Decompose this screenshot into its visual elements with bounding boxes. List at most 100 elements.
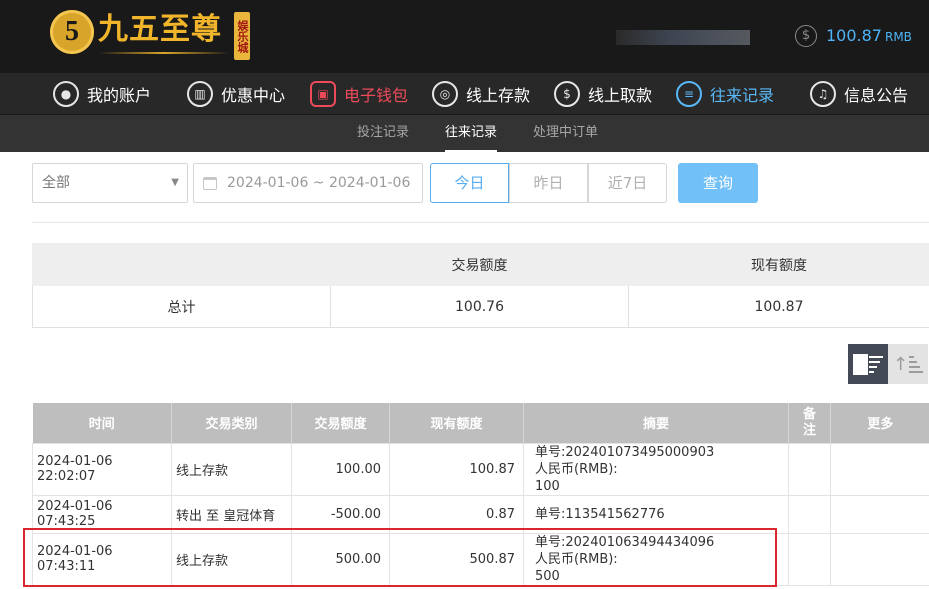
balance-currency: RMB [884,30,912,44]
sort-lines [869,355,884,373]
top-header: 5 九五至尊 娱乐城 $ 100.87 RMB [0,0,929,73]
row-time: 2024-01-06 07:43:11 [32,532,172,586]
row-balance: 100.87 [389,442,524,496]
type-select-value: 全部 [42,175,70,191]
type-select[interactable]: 全部 ▼ [32,163,188,203]
nav-label: 线上取款 [588,86,653,105]
memo-order-no: 单号:202401073495000903 [535,444,715,460]
col-header-memo: 摘要 [523,403,789,443]
row-more[interactable] [830,442,929,496]
summary-header-empty [32,243,331,286]
withdraw-icon: $ [554,81,580,107]
col-header-remark: 备注 [788,403,831,443]
date-range-value: 2024-01-06 ~ 2024-01-06 [227,175,411,191]
gift-icon: ▥ [187,81,213,107]
nav-e-wallet[interactable]: ▣ 电子钱包 [310,79,408,109]
col-header-amount[interactable]: 交易额度 [291,403,390,443]
nav-label: 优惠中心 [221,86,286,105]
today-button[interactable]: 今日 [430,163,509,203]
nav-announcements[interactable]: ♫ 信息公告 [810,79,908,109]
tab-bet-records[interactable]: 投注记录 [357,115,409,152]
sub-nav: 投注记录 往来记录 处理中订单 [0,115,929,152]
row-balance: 500.87 [389,532,524,586]
row-memo: 单号:113541562776 [523,494,789,534]
row-remark [788,532,831,586]
sort-lines [909,355,924,373]
nav-label: 信息公告 [844,86,909,105]
table-row: 2024-01-06 07:43:25 转出 至 皇冠体育 -500.00 0.… [32,494,929,534]
yesterday-button[interactable]: 昨日 [509,163,588,203]
query-button[interactable]: 查询 [678,163,758,203]
row-amount: 100.00 [291,442,390,496]
tab-transaction-records[interactable]: 往来记录 [445,115,498,152]
logo-underline [98,52,230,54]
balance-value: 100.87 [826,26,882,45]
bell-icon: ♫ [810,81,836,107]
username-redacted [616,30,750,45]
row-time: 2024-01-06 07:43:25 [32,494,172,534]
memo-value: 100 [535,478,560,494]
nav-online-withdraw[interactable]: $ 线上取款 [554,79,652,109]
summary-header-transaction: 交易额度 [330,243,629,286]
nav-label: 我的账户 [87,86,152,105]
row-balance: 0.87 [389,494,524,534]
row-memo: 单号:202401073495000903 人民币(RMB): 100 [523,442,789,496]
sort-desc-button[interactable]: ↓ [848,344,888,384]
calendar-icon [203,177,217,190]
memo-order-no: 单号:202401063494434096 [535,534,715,550]
brand-logo[interactable]: 5 九五至尊 娱乐城 [50,8,260,64]
date-range-input[interactable]: 2024-01-06 ~ 2024-01-06 [193,163,423,203]
nav-online-deposit[interactable]: ◎ 线上存款 [432,79,530,109]
dollar-icon: $ [795,25,817,47]
nav-label: 线上存款 [466,86,531,105]
row-more[interactable] [830,494,929,534]
wallet-icon: ▣ [310,81,336,107]
brand-name: 九五至尊 [98,12,222,47]
summary-current-balance: 100.87 [628,285,929,328]
records-icon: ≡ [676,81,702,107]
memo-currency: 人民币(RMB): [535,551,618,567]
row-amount: 500.00 [291,532,390,586]
sort-asc-icon: ↑ [892,353,909,375]
records-table: 时间 交易类别 交易额度 现有额度 摘要 备注 更多 2024-01-06 22… [32,403,929,586]
row-type: 线上存款 [171,532,292,586]
row-remark [788,442,831,496]
row-type: 线上存款 [171,442,292,496]
summary-row-label: 总计 [32,285,331,328]
memo-currency: 人民币(RMB): [535,461,618,477]
sort-desc-icon: ↓ [852,353,869,375]
account-balance: 100.87 RMB [826,26,912,45]
memo-order-no: 单号:113541562776 [535,506,665,522]
nav-transaction-records[interactable]: ≡ 往来记录 [676,79,774,109]
row-time: 2024-01-06 22:02:07 [32,442,172,496]
main-nav: ● 我的账户 ▥ 优惠中心 ▣ 电子钱包 ◎ 线上存款 $ 线上取款 ≡ 往来记… [0,73,929,115]
nav-label: 往来记录 [710,86,775,105]
row-memo: 单号:202401063494434096 人民币(RMB): 500 [523,532,789,586]
col-header-time[interactable]: 时间 [32,403,172,443]
memo-value: 500 [535,568,560,584]
col-header-type[interactable]: 交易类别 [171,403,292,443]
row-remark [788,494,831,534]
nav-label: 电子钱包 [344,86,409,105]
table-row: 2024-01-06 07:43:11 线上存款 500.00 500.87 单… [32,532,929,586]
deposit-icon: ◎ [432,81,458,107]
summary-transaction-amount: 100.76 [330,285,629,328]
sort-asc-button[interactable]: ↑ [888,344,928,384]
col-header-balance[interactable]: 现有额度 [389,403,524,443]
row-more[interactable] [830,532,929,586]
summary-table: 交易额度 现有额度 总计 100.76 100.87 [32,243,929,328]
nav-my-account[interactable]: ● 我的账户 [53,79,151,109]
chevron-down-icon: ▼ [171,177,179,188]
tab-pending-orders[interactable]: 处理中订单 [533,115,598,152]
row-type: 转出 至 皇冠体育 [171,494,292,534]
nav-promotions[interactable]: ▥ 优惠中心 [187,79,285,109]
last-7-days-button[interactable]: 近7日 [588,163,667,203]
col-header-more: 更多 [830,403,929,443]
user-icon: ● [53,81,79,107]
logo-emblem-icon: 5 [50,10,94,54]
brand-badge: 娱乐城 [234,12,250,60]
summary-header-balance: 现有额度 [628,243,929,286]
row-amount: -500.00 [291,494,390,534]
divider [32,222,929,223]
table-row: 2024-01-06 22:02:07 线上存款 100.00 100.87 单… [32,442,929,496]
